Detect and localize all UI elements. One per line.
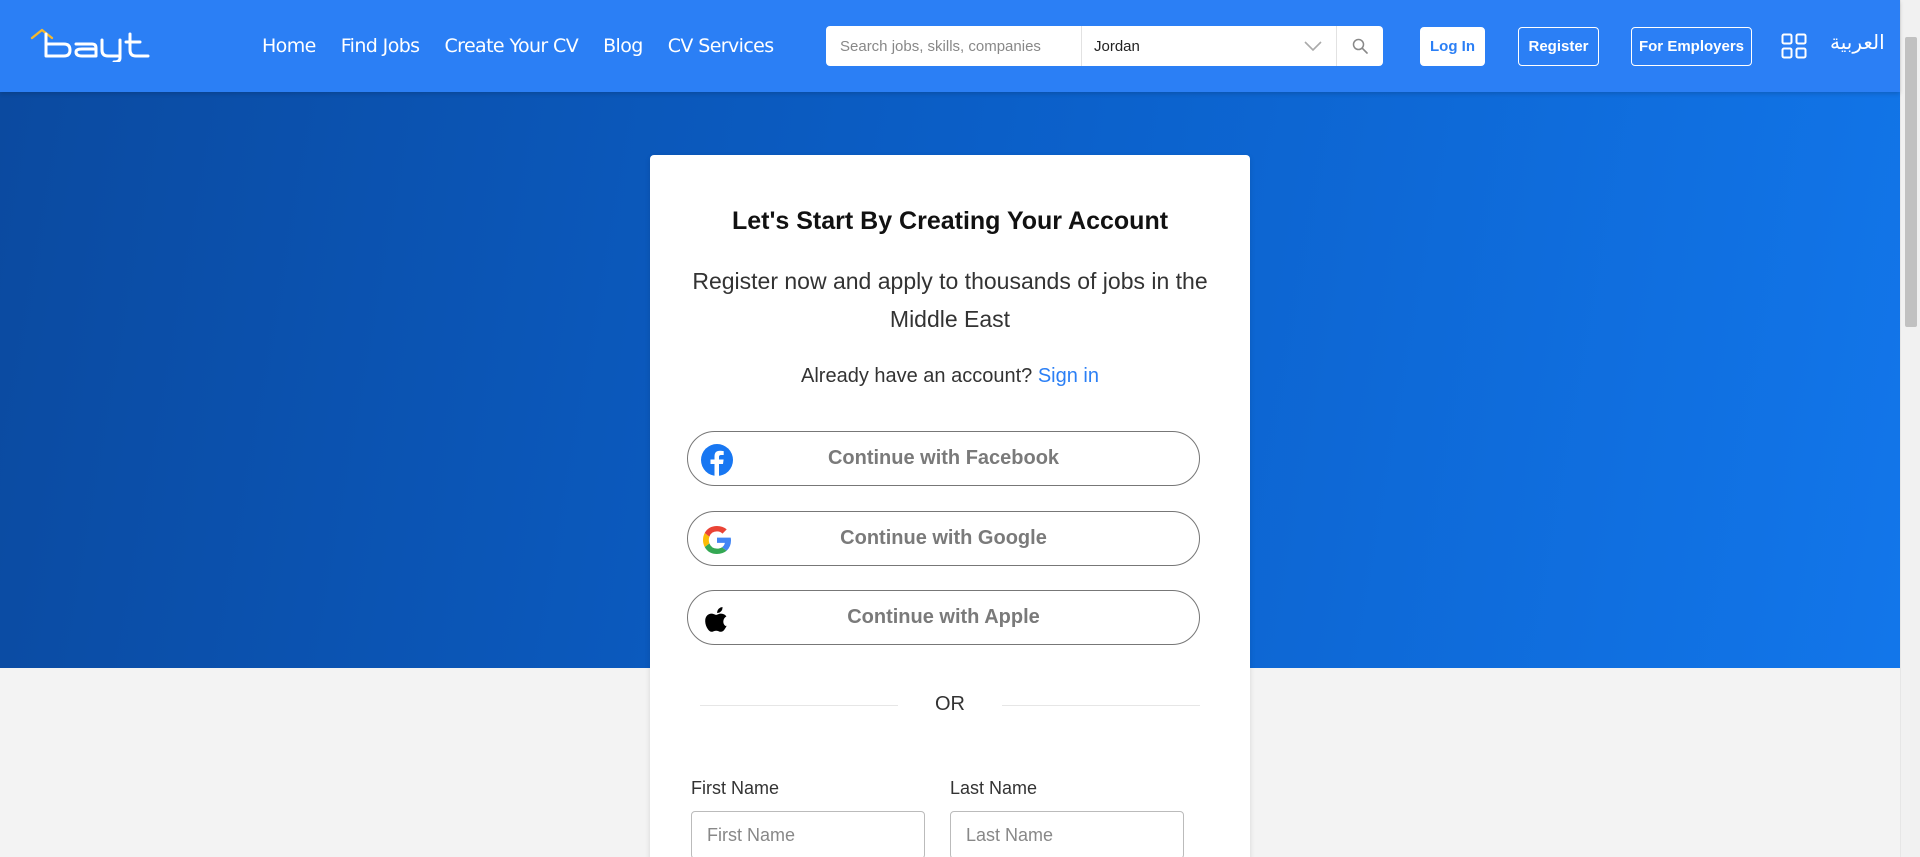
nav-cv-services[interactable]: CV Services [668, 35, 774, 57]
search-icon [1352, 38, 1368, 54]
continue-facebook-button[interactable]: Continue with Facebook [687, 431, 1200, 486]
search-input[interactable] [826, 26, 1082, 66]
divider-right [1002, 705, 1200, 706]
first-name-field[interactable] [691, 811, 925, 857]
first-name-label: First Name [691, 778, 780, 798]
last-name-label: Last Name [950, 778, 1038, 798]
job-search-bar: Jordan [826, 26, 1383, 66]
page-title: Let's Start By Creating Your Account [731, 207, 1169, 235]
language-switch[interactable]: العربية [1830, 30, 1885, 54]
main-nav: Home Find Jobs Create Your CV Blog CV Se… [262, 0, 799, 92]
nav-blog[interactable]: Blog [603, 35, 643, 57]
register-button[interactable]: Register [1518, 27, 1599, 66]
login-button[interactable]: Log In [1420, 27, 1485, 66]
page-subtitle: Register now and apply to thousands of j… [692, 268, 1208, 332]
country-select[interactable]: Jordan [1082, 26, 1337, 66]
google-icon [703, 526, 731, 554]
continue-google-button[interactable]: Continue with Google [687, 511, 1200, 566]
page-scrollbar[interactable] [1900, 0, 1920, 857]
facebook-icon [701, 444, 733, 476]
apple-label: Continue with Apple [847, 606, 1040, 628]
already-have-account: Already have an account? Sign in [650, 365, 1250, 388]
sign-in-link[interactable]: Sign in [1038, 365, 1099, 387]
already-text: Already have an account? [801, 365, 1033, 387]
last-name-field[interactable] [950, 811, 1184, 857]
continue-apple-button[interactable]: Continue with Apple [687, 590, 1200, 645]
country-value: Jordan [1094, 37, 1140, 55]
google-label: Continue with Google [840, 527, 1047, 549]
nav-create-cv[interactable]: Create Your CV [444, 35, 578, 57]
apps-grid-icon[interactable] [1781, 33, 1807, 59]
apple-icon [705, 607, 727, 632]
for-employers-button[interactable]: For Employers [1631, 27, 1752, 66]
top-header: Home Find Jobs Create Your CV Blog CV Se… [0, 0, 1900, 92]
bayt-logo[interactable] [30, 26, 160, 62]
facebook-label: Continue with Facebook [827, 447, 1060, 469]
scrollbar-thumb[interactable] [1905, 37, 1917, 327]
registration-card: Let's Start By Creating Your Account Reg… [650, 155, 1250, 857]
chevron-down-icon [1304, 41, 1322, 52]
nav-home[interactable]: Home [262, 35, 316, 57]
search-button[interactable] [1337, 26, 1383, 66]
nav-find-jobs[interactable]: Find Jobs [341, 35, 420, 57]
